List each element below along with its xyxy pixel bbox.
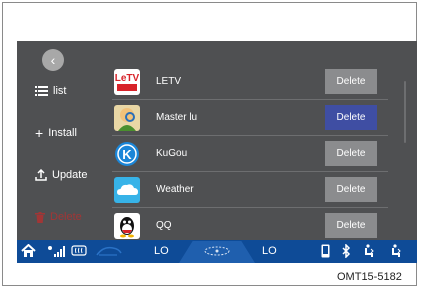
weather-app-icon <box>114 177 140 203</box>
sidebar-item-delete[interactable]: Delete <box>35 211 82 223</box>
chevron-left-icon: ‹ <box>50 52 56 68</box>
list-icon <box>35 86 48 96</box>
phone-icon[interactable] <box>321 244 330 258</box>
fan-icon[interactable] <box>203 246 231 256</box>
list-item: QQ Delete <box>112 209 388 243</box>
app-name: Master lu <box>156 112 198 123</box>
back-button[interactable]: ‹ <box>42 49 64 71</box>
temperature-right[interactable]: LO <box>262 244 277 259</box>
svg-text:K: K <box>122 147 132 162</box>
scrollbar[interactable] <box>404 81 406 143</box>
sidebar-item-label: Update <box>52 169 88 181</box>
sidebar-item-label: Install <box>48 127 77 139</box>
list-item: LeTV LETV Delete <box>112 65 388 100</box>
figure-frame: ‹ list + Install Update Delete LeTV LETV… <box>2 2 417 286</box>
upload-icon <box>35 169 47 181</box>
qq-app-icon <box>114 213 140 239</box>
seat-heat-left-icon[interactable] <box>363 244 375 258</box>
bluetooth-icon[interactable] <box>342 244 351 258</box>
infotainment-screen: ‹ list + Install Update Delete LeTV LETV… <box>17 41 417 263</box>
home-icon[interactable] <box>21 244 36 258</box>
temperature-left[interactable]: LO <box>154 244 169 259</box>
master-lu-app-icon <box>114 105 140 131</box>
plus-icon: + <box>35 125 44 141</box>
sidebar-item-label: list <box>53 85 67 97</box>
figure-caption: OMT15-5182 <box>337 271 402 283</box>
rear-defrost-icon[interactable] <box>71 245 87 257</box>
delete-button[interactable]: Delete <box>325 141 377 166</box>
sidebar-item-list[interactable]: list <box>35 85 66 97</box>
list-item: Weather Delete <box>112 173 388 208</box>
sidebar-item-label: Delete <box>50 211 82 223</box>
delete-button[interactable]: Delete <box>325 105 377 130</box>
seat-heat-right-icon[interactable] <box>390 244 402 258</box>
trash-icon <box>35 211 45 223</box>
delete-button[interactable]: Delete <box>325 177 377 202</box>
sidebar-item-update[interactable]: Update <box>35 169 87 181</box>
letv-app-icon: LeTV <box>114 69 140 95</box>
recirculation-icon[interactable] <box>95 245 123 257</box>
delete-button[interactable]: Delete <box>325 213 377 238</box>
app-name: KuGou <box>156 148 188 159</box>
app-name: LETV <box>156 76 182 87</box>
delete-button[interactable]: Delete <box>325 69 377 94</box>
list-item: K KuGou Delete <box>112 137 388 172</box>
kugou-app-icon: K <box>114 141 140 167</box>
list-item: Master lu Delete <box>112 101 388 136</box>
app-name: QQ <box>156 220 172 231</box>
svg-text:LeTV: LeTV <box>115 73 140 84</box>
signal-icon <box>48 246 65 257</box>
sidebar-item-install[interactable]: + Install <box>35 125 77 141</box>
app-name: Weather <box>156 184 194 195</box>
status-bar: LO LO <box>17 240 417 263</box>
